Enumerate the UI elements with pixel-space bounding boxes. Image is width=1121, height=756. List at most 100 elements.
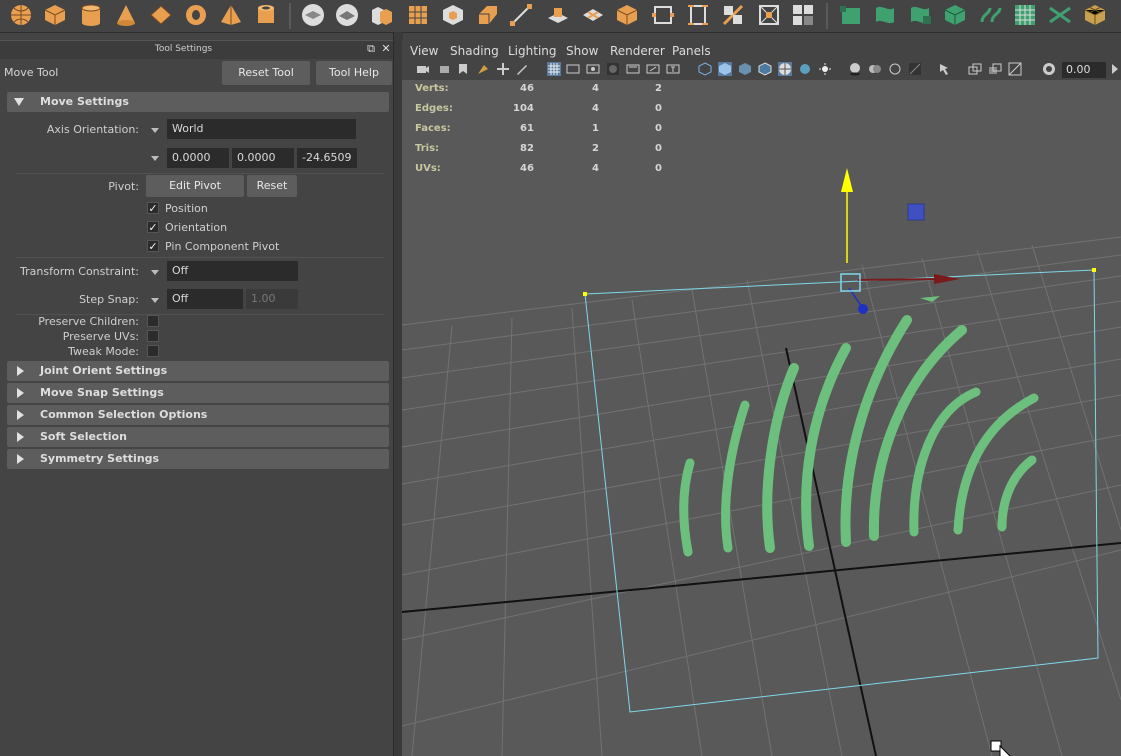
- field-chart-icon[interactable]: [626, 62, 640, 76]
- more-icon[interactable]: [1108, 62, 1121, 76]
- textured-icon[interactable]: [798, 62, 812, 76]
- scene-canvas[interactable]: [402, 80, 1121, 756]
- safe-title-icon[interactable]: [666, 62, 680, 76]
- triangulate-icon[interactable]: [685, 2, 711, 28]
- cut-uv-icon[interactable]: [942, 2, 968, 28]
- section-symmetry[interactable]: Symmetry Settings: [7, 449, 389, 469]
- multicut-icon[interactable]: [580, 2, 606, 28]
- extract-icon[interactable]: [405, 2, 431, 28]
- extrude-icon[interactable]: [545, 2, 571, 28]
- orientation-checkbox[interactable]: ✓: [147, 221, 159, 233]
- reset-pivot-button[interactable]: Reset: [247, 175, 297, 197]
- xray-active-icon[interactable]: [988, 62, 1002, 76]
- grid-icon[interactable]: [547, 62, 561, 76]
- tweak-mode-checkbox[interactable]: [147, 345, 159, 357]
- cursor-icon: [990, 740, 1011, 756]
- section-common-selection[interactable]: Common Selection Options: [7, 405, 389, 425]
- layout-uv-icon[interactable]: [1047, 2, 1073, 28]
- default-material-icon[interactable]: [738, 62, 752, 76]
- uv-texture-icon[interactable]: [1008, 62, 1022, 76]
- pin-component-pivot-checkbox[interactable]: ✓: [147, 240, 159, 252]
- smooth-shade-icon[interactable]: [718, 62, 732, 76]
- bevel-icon[interactable]: [475, 2, 501, 28]
- safe-action-icon[interactable]: [646, 62, 660, 76]
- preserve-uvs-checkbox[interactable]: [147, 330, 159, 342]
- motion-blur-icon[interactable]: [888, 62, 902, 76]
- camera-icon[interactable]: [416, 62, 430, 76]
- section-soft-selection[interactable]: Soft Selection: [7, 427, 389, 447]
- insert-edge-loop-icon[interactable]: [790, 2, 816, 28]
- 2d-pan-icon[interactable]: [496, 62, 510, 76]
- wireframe-on-shaded-icon[interactable]: [758, 62, 772, 76]
- close-icon[interactable]: ✕: [380, 43, 392, 55]
- section-joint-orient[interactable]: Joint Orient Settings: [7, 361, 389, 381]
- fill-hole-icon[interactable]: [650, 2, 676, 28]
- edit-pivot-button[interactable]: Edit Pivot: [146, 175, 244, 197]
- anti-aliasing-icon[interactable]: [908, 62, 922, 76]
- exposure-icon[interactable]: [1042, 62, 1056, 76]
- axis-y-field[interactable]: 0.0000: [232, 148, 294, 168]
- dropdown-arrow-icon[interactable]: [151, 298, 159, 303]
- menu-shading[interactable]: Shading: [450, 44, 499, 58]
- exposure-field[interactable]: 0.00: [1062, 62, 1106, 78]
- section-move-snap[interactable]: Move Snap Settings: [7, 383, 389, 403]
- grease-pencil-icon[interactable]: [515, 62, 529, 76]
- sphere-icon[interactable]: [8, 2, 34, 28]
- sew-uv-icon[interactable]: [978, 2, 1004, 28]
- plane-icon[interactable]: [148, 2, 174, 28]
- dropdown-arrow-icon[interactable]: [151, 156, 159, 161]
- axis-orientation-dropdown[interactable]: World: [167, 119, 356, 139]
- menu-show[interactable]: Show: [566, 44, 598, 58]
- tool-help-button[interactable]: Tool Help: [316, 61, 392, 85]
- pyramid-icon[interactable]: [218, 2, 244, 28]
- ambient-occlusion-icon[interactable]: [868, 62, 882, 76]
- xray-joints-icon[interactable]: [968, 62, 982, 76]
- bridge-icon[interactable]: [508, 2, 534, 28]
- texture-icon[interactable]: [1082, 2, 1108, 28]
- resolution-gate-icon[interactable]: [586, 62, 600, 76]
- menu-lighting[interactable]: Lighting: [508, 44, 557, 58]
- preserve-children-checkbox[interactable]: [147, 315, 159, 327]
- cone-icon[interactable]: [113, 2, 139, 28]
- menu-panels[interactable]: Panels: [672, 44, 711, 58]
- step-snap-dropdown[interactable]: Off: [167, 289, 243, 309]
- combine-icon[interactable]: [368, 2, 394, 28]
- mirror-icon[interactable]: [334, 2, 360, 28]
- use-all-lights-icon[interactable]: [818, 62, 832, 76]
- separate-icon[interactable]: [838, 2, 864, 28]
- axis-z-field[interactable]: -24.6509: [297, 148, 357, 168]
- append-icon[interactable]: [614, 2, 640, 28]
- xray-icon[interactable]: [778, 62, 792, 76]
- shadows-icon[interactable]: [848, 62, 862, 76]
- gate-mask-icon[interactable]: [606, 62, 620, 76]
- cylinder-icon[interactable]: [78, 2, 104, 28]
- target-weld-icon[interactable]: [756, 2, 782, 28]
- cube-icon[interactable]: [42, 2, 68, 28]
- smooth-icon[interactable]: [300, 2, 326, 28]
- image-plane-icon[interactable]: [476, 62, 490, 76]
- film-gate-icon[interactable]: [566, 62, 580, 76]
- menu-renderer[interactable]: Renderer: [610, 44, 665, 58]
- checker-icon[interactable]: [1012, 2, 1038, 28]
- bookmark-icon[interactable]: [456, 62, 470, 76]
- section-move-settings[interactable]: Move Settings: [7, 92, 389, 112]
- quadrangulate-icon[interactable]: [720, 2, 746, 28]
- transform-constraint-dropdown[interactable]: Off: [167, 261, 298, 281]
- uv-editor-icon[interactable]: [872, 2, 898, 28]
- dropdown-arrow-icon[interactable]: [151, 128, 159, 133]
- torus-icon[interactable]: [183, 2, 209, 28]
- wireframe-icon[interactable]: [698, 62, 712, 76]
- axis-x-field[interactable]: 0.0000: [167, 148, 229, 168]
- isolate-select-icon[interactable]: [938, 62, 952, 76]
- position-checkbox[interactable]: ✓: [147, 202, 159, 214]
- step-snap-amount-field[interactable]: 1.00: [246, 289, 298, 309]
- unfold-icon[interactable]: [907, 2, 933, 28]
- boolean-icon[interactable]: [440, 2, 466, 28]
- menu-view[interactable]: View: [410, 44, 438, 58]
- reset-tool-button[interactable]: Reset Tool: [222, 61, 310, 85]
- dropdown-arrow-icon[interactable]: [151, 270, 159, 275]
- camera-attributes-icon[interactable]: [438, 62, 452, 76]
- float-panel-icon[interactable]: ⧉: [365, 43, 377, 55]
- pipe-icon[interactable]: [253, 2, 279, 28]
- 3d-scene[interactable]: Verts: 46 4 2 Edges: 104 4 0 Faces: 61 1…: [402, 80, 1121, 756]
